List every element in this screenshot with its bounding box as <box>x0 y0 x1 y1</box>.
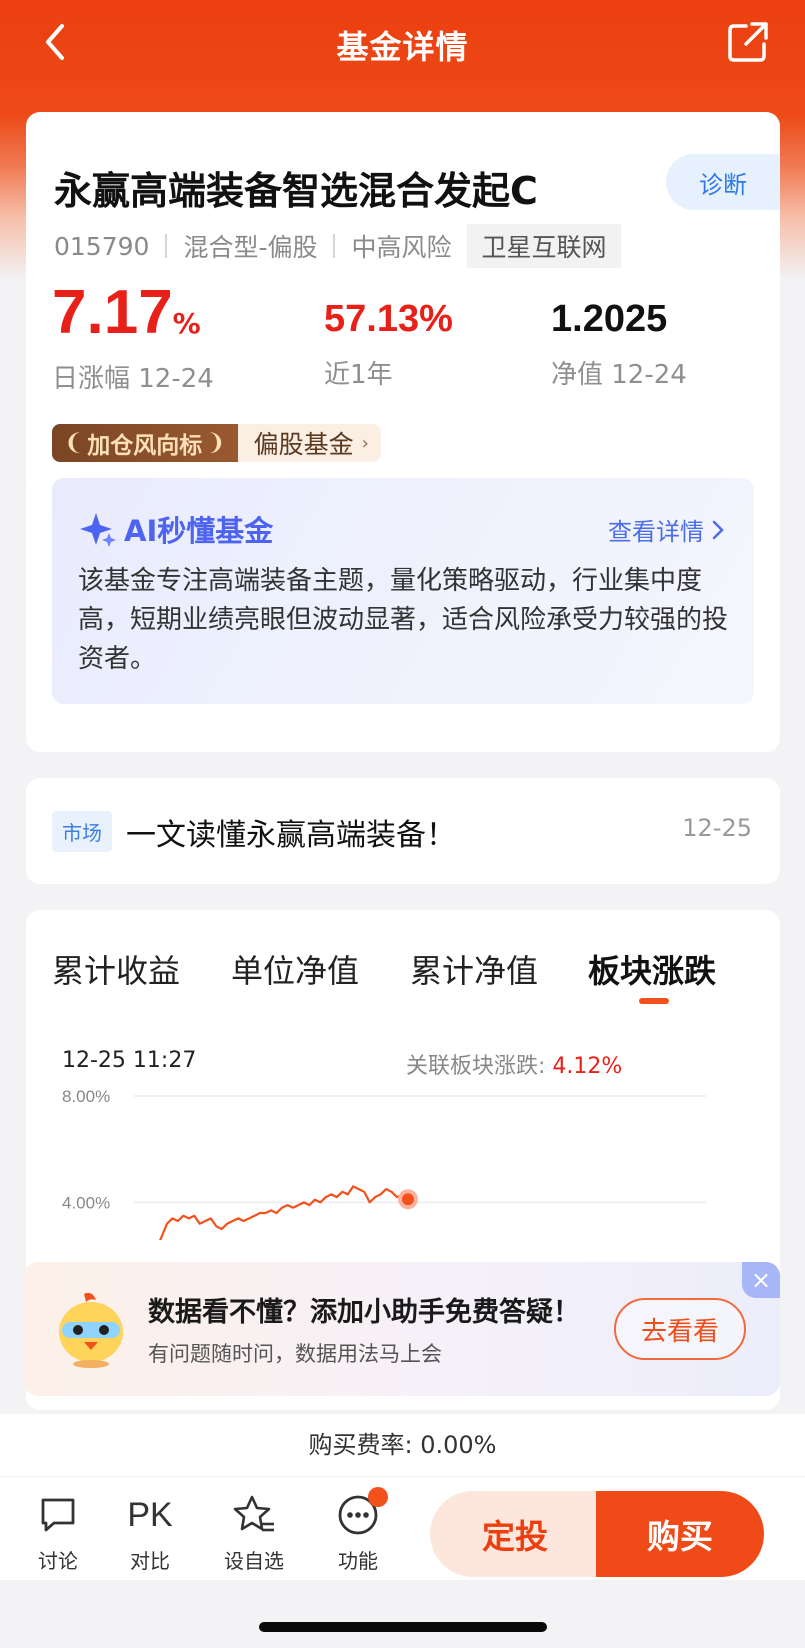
signal-badge: ❨ 加仓风向标 ❩ <box>52 424 238 462</box>
daily-change-label: 日涨幅 12-24 <box>52 364 214 394</box>
discuss-button[interactable]: 讨论 <box>18 1493 98 1574</box>
news-title: 一文读懂永赢高端装备！ <box>126 818 456 853</box>
more-functions-label: 功能 <box>338 1549 378 1573</box>
daily-change-stat: 7.17% 日涨幅 12-24 <box>52 282 214 395</box>
ai-summary-card: AI秒懂基金 查看详情 该基金专注高端装备主题，量化策略驱动，行业集中度高，短期… <box>26 476 780 752</box>
chevron-right-icon <box>712 520 724 539</box>
add-watchlist-button[interactable]: 设自选 <box>214 1493 294 1574</box>
signal-badge-label: 加仓风向标 <box>87 433 203 459</box>
y-tick-label: 8.00% <box>62 1087 110 1106</box>
y-tick-label: 4.00% <box>62 1193 110 1212</box>
purchase-fee: 购买费率: 0.00% <box>0 1414 805 1476</box>
promo-subtitle: 有问题随时问，数据用法马上会 <box>148 1342 442 1366</box>
related-sector-change: 关联板块涨跌: 4.12% <box>406 1048 622 1080</box>
more-functions-button[interactable]: 功能 <box>318 1487 398 1574</box>
laurel-left-icon: ❨ <box>64 430 84 456</box>
daily-change-value: 7.17 <box>52 278 173 347</box>
news-tag: 市场 <box>52 811 112 852</box>
app-header: 基金详情 <box>0 0 805 90</box>
close-icon[interactable]: × <box>742 1262 780 1298</box>
sparkle-icon <box>80 513 116 547</box>
home-indicator-area <box>0 1580 805 1648</box>
tab-sector-change[interactable]: 板块涨跌 <box>588 946 716 992</box>
laurel-right-icon: ❩ <box>206 430 226 456</box>
news-item[interactable]: 市场 一文读懂永赢高端装备！ 12-25 <box>26 778 780 884</box>
fund-type: 混合型-偏股 <box>183 233 318 262</box>
related-sector-label: 关联板块涨跌: <box>406 1054 546 1079</box>
assistant-promo-banner[interactable]: × 数据看不懂？添加小助手免费答疑！ 有问题随时问，数据用法马上会 去看看 <box>24 1262 780 1396</box>
fund-category-tag: 偏股基金 › <box>237 424 381 462</box>
diagnose-button[interactable]: 诊断 <box>666 154 780 210</box>
daily-change-unit: % <box>172 307 201 340</box>
add-watchlist-label: 设自选 <box>224 1549 284 1573</box>
notification-dot <box>368 1487 388 1507</box>
ai-detail-label: 查看详情 <box>608 518 704 546</box>
fund-summary-card: 永赢高端装备智选混合发起C 诊断 015790 混合型-偏股 中高风险 卫星互联… <box>26 112 780 497</box>
nav-stat: 1.2025 净值 12-24 <box>551 300 687 391</box>
ai-title-label: AI秒懂基金 <box>124 514 274 548</box>
comment-icon <box>41 1498 75 1532</box>
tab-unit-nav[interactable]: 单位净值 <box>231 946 359 992</box>
star-list-icon <box>233 1495 274 1532</box>
promo-go-button[interactable]: 去看看 <box>614 1298 746 1360</box>
share-icon[interactable] <box>726 20 770 64</box>
nav-label: 净值 12-24 <box>551 360 687 390</box>
promo-title: 数据看不懂？添加小助手免费答疑！ <box>148 1297 580 1328</box>
chart-timestamp: 12-25 11:27 <box>62 1048 197 1073</box>
year-return-stat: 57.13% 近1年 <box>324 300 453 391</box>
year-return-label: 近1年 <box>324 360 393 390</box>
signal-tag[interactable]: ❨ 加仓风向标 ❩ 偏股基金 › <box>52 424 381 462</box>
auto-invest-button[interactable]: 定投 <box>430 1491 600 1577</box>
nav-value: 1.2025 <box>551 298 668 340</box>
tab-cumulative-nav[interactable]: 累计净值 <box>410 946 538 992</box>
buy-button[interactable]: 购买 <box>596 1491 764 1577</box>
series-line <box>159 1185 409 1240</box>
bottom-action-bar: 讨论 PK 对比 设自选 功能 定投 购买 <box>0 1476 805 1580</box>
current-point-dot <box>402 1193 414 1206</box>
fund-meta-row: 015790 混合型-偏股 中高风险 卫星互联网 <box>54 224 621 268</box>
assistant-mascot-icon <box>59 1292 123 1368</box>
ai-title: AI秒懂基金 <box>78 508 273 550</box>
pk-icon: PK <box>127 1495 173 1534</box>
news-date: 12-25 <box>682 814 752 842</box>
sector-line-chart[interactable]: 8.00% 4.00% <box>26 1080 780 1240</box>
compare-label: 对比 <box>130 1549 170 1573</box>
discuss-label: 讨论 <box>38 1549 78 1573</box>
active-tab-indicator <box>639 998 669 1004</box>
tab-cumulative-return[interactable]: 累计收益 <box>52 946 180 992</box>
related-sector-value: 4.12% <box>552 1054 623 1079</box>
ai-detail-link[interactable]: 查看详情 <box>608 512 724 547</box>
chevron-right-icon: › <box>361 432 369 454</box>
home-indicator[interactable] <box>259 1622 547 1632</box>
divider <box>333 234 336 258</box>
ai-summary-text: 该基金专注高端装备主题，量化策略驱动，行业集中度高，短期业绩亮眼但波动显著，适合… <box>78 566 729 674</box>
fund-risk: 中高风险 <box>351 233 452 262</box>
fund-code: 015790 <box>54 231 150 261</box>
year-return-value: 57.13% <box>324 298 453 340</box>
divider <box>165 234 168 258</box>
theme-tag[interactable]: 卫星互联网 <box>467 224 621 268</box>
fund-name: 永赢高端装备智选混合发起C <box>54 169 538 213</box>
fund-category-label: 偏股基金 <box>253 430 354 459</box>
ai-summary-panel[interactable]: AI秒懂基金 查看详情 该基金专注高端装备主题，量化策略驱动，行业集中度高，短期… <box>52 478 754 704</box>
compare-button[interactable]: PK 对比 <box>110 1493 190 1574</box>
page-title: 基金详情 <box>336 28 469 66</box>
